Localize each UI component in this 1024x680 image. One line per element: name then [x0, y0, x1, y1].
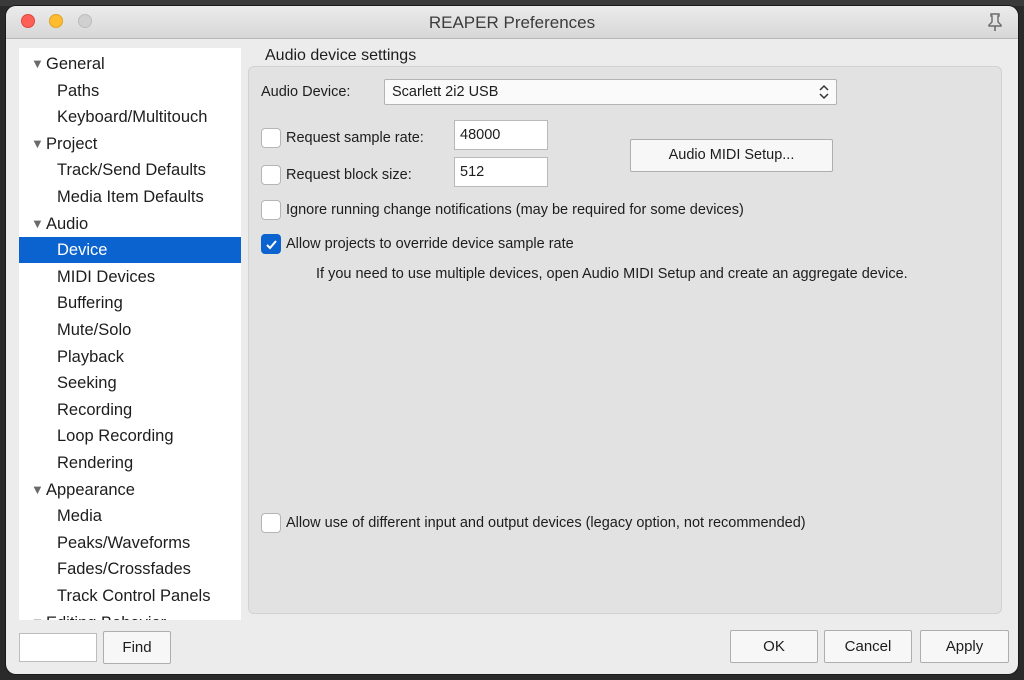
panel-title: Audio device settings: [265, 47, 417, 64]
tree-item-label: Seeking: [57, 374, 117, 393]
sidebar-item-media-item-defaults[interactable]: Media Item Defaults: [19, 184, 241, 210]
find-button[interactable]: Find: [103, 631, 171, 664]
sidebar-item-recording[interactable]: Recording: [19, 397, 241, 423]
audio-device-panel: [248, 66, 1002, 614]
ok-button[interactable]: OK: [730, 630, 818, 663]
sidebar-item-buffering[interactable]: Buffering: [19, 290, 241, 316]
tree-item-label: Device: [57, 241, 108, 260]
sidebar-item-track-send-defaults[interactable]: Track/Send Defaults: [19, 157, 241, 183]
sidebar-item-track-control-panels[interactable]: Track Control Panels: [19, 583, 241, 609]
ignore-notifications-label: Ignore running change notifications (may…: [286, 202, 744, 218]
pin-icon[interactable]: [986, 12, 1004, 32]
tree-item-label: General: [46, 55, 105, 73]
sidebar-item-general[interactable]: ▼ General: [19, 51, 241, 77]
disclosure-triangle-icon[interactable]: ▼: [31, 610, 44, 620]
preferences-window: REAPER Preferences ▼ General Paths Keyboard…: [6, 6, 1018, 674]
request-block-size-checkbox[interactable]: [261, 165, 281, 185]
tree-item-label: Buffering: [57, 294, 123, 313]
sidebar-item-midi-devices[interactable]: MIDI Devices: [19, 264, 241, 290]
sidebar-item-fades-crossfades[interactable]: Fades/Crossfades: [19, 556, 241, 582]
tree-item-label: Track Control Panels: [57, 587, 211, 605]
preferences-tree[interactable]: ▼ General Paths Keyboard/Multitouch ▼ Project…: [19, 48, 241, 620]
allow-different-devices-checkbox[interactable]: [261, 513, 281, 533]
audio-device-label: Audio Device:: [261, 84, 351, 100]
tree-item-label: Paths: [57, 81, 100, 100]
window-title: REAPER Preferences: [428, 13, 596, 32]
request-sample-rate-label: Request sample rate:: [286, 130, 424, 146]
audio-midi-setup-button[interactable]: Audio MIDI Setup...: [630, 139, 833, 172]
sidebar-item-seeking[interactable]: Seeking: [19, 370, 241, 396]
tree-item-label: MIDI Devices: [57, 267, 156, 286]
aggregate-device-info: If you need to use multiple devices, ope…: [316, 266, 908, 282]
sidebar-item-appearance[interactable]: ▼ Appearance: [19, 477, 241, 503]
sidebar-item-device[interactable]: Device: [19, 237, 241, 264]
tree-item-label: Playback: [57, 347, 124, 366]
tree-item-label: Fades/Crossfades: [57, 560, 191, 579]
audio-device-value: Scarlett 2i2 USB: [392, 84, 499, 100]
tree-item-label: Project: [46, 134, 98, 153]
disclosure-triangle-icon[interactable]: ▼: [31, 131, 44, 157]
checkmark-icon: [266, 240, 277, 250]
tree-item-label: Loop Recording: [57, 427, 174, 446]
tree-item-label: Track/Send Defaults: [57, 161, 206, 180]
sidebar-item-loop-recording[interactable]: Loop Recording: [19, 423, 241, 449]
sidebar-item-paths[interactable]: Paths: [19, 78, 241, 104]
request-sample-rate-checkbox[interactable]: [261, 128, 281, 148]
sidebar-item-editing-behavior[interactable]: ▼Editing Behavior: [19, 610, 241, 620]
tree-item-label: Keyboard/Multitouch: [57, 108, 208, 127]
allow-different-devices-label: Allow use of different input and output …: [286, 515, 806, 531]
disclosure-triangle-icon[interactable]: ▼: [31, 51, 44, 77]
allow-override-label: Allow projects to override device sample…: [286, 236, 574, 252]
tree-item-label: Rendering: [57, 454, 134, 472]
disclosure-triangle-icon[interactable]: ▼: [31, 477, 44, 503]
disclosure-triangle-icon[interactable]: ▼: [31, 211, 44, 237]
block-size-field[interactable]: 512: [454, 157, 548, 187]
title-bar: REAPER Preferences: [6, 6, 1018, 39]
tree-item-label: Mute/Solo: [57, 321, 132, 339]
ignore-notifications-checkbox[interactable]: [261, 200, 281, 220]
tree-item-label: Peaks/Waveforms: [57, 533, 191, 552]
allow-override-checkbox[interactable]: [261, 234, 281, 254]
tree-item-label: Recording: [57, 400, 133, 419]
tree-item-label: Editing Behavior: [46, 610, 166, 620]
find-input[interactable]: [19, 633, 97, 662]
cancel-button[interactable]: Cancel: [824, 630, 912, 663]
sidebar-item-playback[interactable]: Playback: [19, 344, 241, 370]
sample-rate-field[interactable]: 48000: [454, 120, 548, 150]
tree-item-label: Appearance: [46, 480, 135, 499]
request-block-size-label: Request block size:: [286, 167, 412, 183]
sidebar-item-project[interactable]: ▼ Project: [19, 131, 241, 157]
sidebar-item-mute-solo[interactable]: Mute/Solo: [19, 317, 241, 343]
sidebar-item-peaks-waveforms[interactable]: Peaks/Waveforms: [19, 530, 241, 556]
sidebar-item-audio[interactable]: ▼ Audio: [19, 211, 241, 237]
tree-item-label: Audio: [46, 214, 89, 233]
apply-button[interactable]: Apply: [920, 630, 1009, 663]
sidebar-item-media[interactable]: Media: [19, 503, 241, 529]
tree-item-label: Media Item Defaults: [57, 188, 204, 206]
chevron-updown-icon: [819, 84, 829, 100]
sidebar-item-keyboard-multitouch[interactable]: Keyboard/Multitouch: [19, 104, 241, 130]
sidebar-item-rendering[interactable]: Rendering: [19, 450, 241, 476]
audio-device-select[interactable]: Scarlett 2i2 USB: [384, 79, 837, 105]
tree-item-label: Media: [57, 507, 102, 526]
